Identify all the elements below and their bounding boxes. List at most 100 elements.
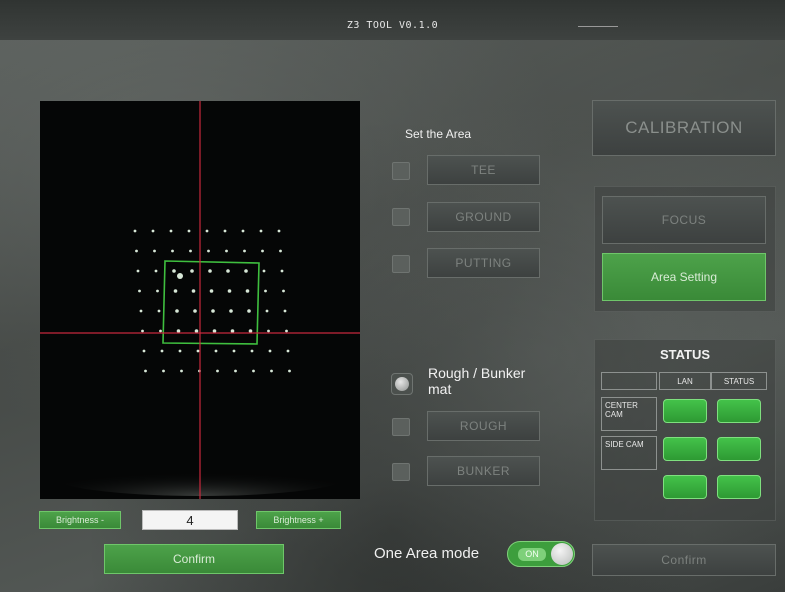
calibration-dot <box>153 249 156 253</box>
status-header: STATUS <box>711 372 767 390</box>
brightness-value[interactable]: 4 <box>142 510 238 530</box>
calibration-dot <box>232 349 236 353</box>
calibration-dot <box>159 329 162 333</box>
calibration-dot <box>142 349 146 353</box>
calibration-dot <box>227 289 232 293</box>
calibration-dot <box>270 369 273 373</box>
calibration-dot <box>169 229 173 233</box>
calibration-dot <box>241 229 245 233</box>
bunker-button[interactable]: BUNKER <box>427 456 540 486</box>
area-setting-button[interactable]: Area Setting <box>602 253 766 301</box>
calibration-dot <box>285 329 288 333</box>
reference-marker <box>177 273 183 279</box>
brightness-plus-button[interactable]: Brightness + <box>256 511 341 529</box>
calibration-dot <box>268 349 272 353</box>
one-area-mode-toggle[interactable]: ON <box>507 541 575 567</box>
extra-cam-status-indicator <box>717 475 761 499</box>
center-cam-label: CENTER CAM <box>601 397 657 431</box>
calibration-dot <box>223 229 227 233</box>
calibration-dot <box>226 269 230 273</box>
calibration-dot <box>248 329 253 333</box>
rough-checkbox[interactable] <box>392 418 410 436</box>
tee-checkbox[interactable] <box>392 162 410 180</box>
bunker-checkbox[interactable] <box>392 463 410 481</box>
calibration-dot <box>277 229 281 233</box>
calibration-dot <box>208 269 212 273</box>
calibration-dot <box>144 369 147 373</box>
app-title: Z3 TOOL V0.1.0 <box>346 20 439 31</box>
calibration-dot <box>187 229 191 233</box>
calibration-dot <box>173 289 178 293</box>
calibration-dot <box>262 269 266 273</box>
title-divider <box>578 26 618 27</box>
rough-button[interactable]: ROUGH <box>427 411 540 441</box>
calibration-dots <box>133 229 291 373</box>
calibration-dot <box>141 329 144 333</box>
calibration-dot <box>133 229 137 233</box>
calibration-dot <box>196 349 200 353</box>
calibration-dot <box>212 329 217 333</box>
putting-checkbox[interactable] <box>392 255 410 273</box>
calibration-dot <box>205 229 209 233</box>
title-bar: Z3 TOOL V0.1.0 <box>0 0 785 40</box>
rough-bunker-label: Rough / Bunker mat <box>428 365 526 397</box>
calibration-dot <box>288 369 291 373</box>
toggle-state: ON <box>518 548 546 561</box>
brightness-minus-button[interactable]: Brightness - <box>39 511 121 529</box>
extra-cam-lan-indicator <box>663 475 707 499</box>
center-cam-lan-indicator <box>663 399 707 423</box>
calibration-dot <box>135 249 138 253</box>
calibration-dot <box>245 289 250 293</box>
calibration-dot <box>162 369 165 373</box>
calibration-dot <box>279 249 282 253</box>
lan-header: LAN <box>659 372 711 390</box>
one-area-mode-label: One Area mode <box>374 545 480 562</box>
calibration-dot <box>250 349 254 353</box>
calibration-dot <box>193 309 197 313</box>
calibration-dot <box>225 249 228 253</box>
camera-view[interactable] <box>40 101 360 499</box>
calibration-dot <box>151 229 155 233</box>
calibration-dot <box>247 309 251 313</box>
confirm-camera-button[interactable]: Confirm <box>104 544 284 574</box>
calibration-dot <box>259 229 263 233</box>
rough-bunker-toggle[interactable] <box>391 373 413 395</box>
area-heading: Set the Area <box>405 127 472 141</box>
putting-button[interactable]: PUTTING <box>427 248 540 278</box>
calibration-dot <box>157 309 161 313</box>
calibration-dot <box>172 269 176 273</box>
calibration-dot <box>243 249 246 253</box>
calibration-dot <box>156 289 159 293</box>
calibration-dot <box>214 349 218 353</box>
calibration-dot <box>175 309 179 313</box>
calibration-dot <box>171 249 174 253</box>
calibration-dot <box>207 249 210 253</box>
calibration-dot <box>209 289 214 293</box>
calibration-dot <box>138 289 141 293</box>
calibration-dot <box>282 289 285 293</box>
calibration-dot <box>194 329 199 333</box>
focus-button[interactable]: FOCUS <box>602 196 766 244</box>
calibration-dot <box>176 329 181 333</box>
ground-button[interactable]: GROUND <box>427 202 540 232</box>
side-cam-lan-indicator <box>663 437 707 461</box>
calibration-dot <box>178 349 182 353</box>
status-title: STATUS <box>659 347 711 362</box>
calibration-dot <box>216 369 219 373</box>
calibration-dot <box>139 309 143 313</box>
calibration-dot <box>244 269 248 273</box>
calibration-dot <box>286 349 290 353</box>
calibration-dot <box>136 269 140 273</box>
calibration-button[interactable]: CALIBRATION <box>592 100 776 156</box>
confirm-right-button[interactable]: Confirm <box>592 544 776 576</box>
calibration-dot <box>280 269 284 273</box>
calibration-dot <box>180 369 183 373</box>
ground-checkbox[interactable] <box>392 208 410 226</box>
calibration-dot <box>229 309 233 313</box>
tee-button[interactable]: TEE <box>427 155 540 185</box>
calibration-dot <box>261 249 264 253</box>
calibration-dot <box>190 269 194 273</box>
calibration-dot <box>234 369 237 373</box>
status-header-blank <box>601 372 657 390</box>
calibration-dot <box>160 349 164 353</box>
